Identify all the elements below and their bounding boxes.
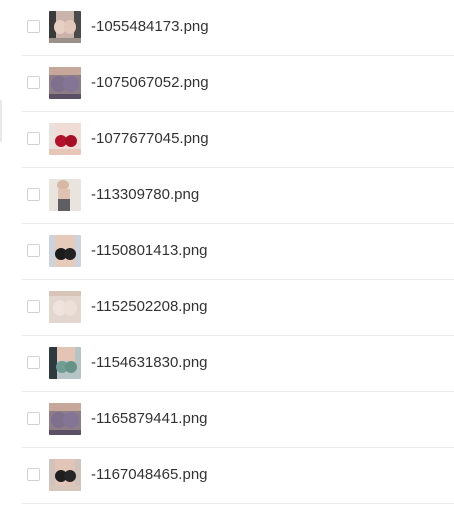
image-thumbnail-icon[interactable] — [49, 179, 81, 211]
file-checkbox[interactable] — [27, 412, 40, 425]
file-name[interactable]: -1150801413.png — [91, 242, 208, 260]
file-name[interactable]: -1075067052.png — [91, 74, 209, 92]
file-checkbox[interactable] — [27, 244, 40, 257]
file-checkbox[interactable] — [27, 76, 40, 89]
image-thumbnail-icon[interactable] — [49, 403, 81, 435]
file-checkbox[interactable] — [27, 20, 40, 33]
file-name[interactable]: -1167048465.png — [91, 466, 208, 484]
file-checkbox[interactable] — [27, 468, 40, 481]
file-row[interactable]: -1150801413.png — [0, 224, 454, 280]
file-name[interactable]: -1077677045.png — [91, 130, 209, 148]
image-thumbnail-icon[interactable] — [49, 347, 81, 379]
file-name[interactable]: -1055484173.png — [91, 18, 209, 36]
image-thumbnail-icon[interactable] — [49, 11, 81, 43]
file-row[interactable]: -1167048465.png — [0, 448, 454, 504]
image-thumbnail-icon[interactable] — [49, 67, 81, 99]
image-thumbnail-icon[interactable] — [49, 235, 81, 267]
file-row[interactable]: -1075067052.png — [0, 56, 454, 112]
file-checkbox[interactable] — [27, 356, 40, 369]
file-checkbox[interactable] — [27, 132, 40, 145]
file-row[interactable]: -1055484173.png — [0, 0, 454, 56]
file-row[interactable]: -113309780.png — [0, 168, 454, 224]
file-row[interactable]: -1077677045.png — [0, 112, 454, 168]
file-row[interactable]: -1165879441.png — [0, 392, 454, 448]
file-name[interactable]: -1165879441.png — [91, 410, 208, 428]
file-name[interactable]: -1152502208.png — [91, 298, 208, 316]
file-row[interactable]: -1152502208.png — [0, 280, 454, 336]
file-checkbox[interactable] — [27, 300, 40, 313]
file-checkbox[interactable] — [27, 188, 40, 201]
image-thumbnail-icon[interactable] — [49, 459, 81, 491]
file-list: -1055484173.png -1075067052.png -1077677… — [0, 0, 454, 504]
file-name[interactable]: -113309780.png — [91, 186, 199, 204]
image-thumbnail-icon[interactable] — [49, 123, 81, 155]
file-name[interactable]: -1154631830.png — [91, 354, 208, 372]
image-thumbnail-icon[interactable] — [49, 291, 81, 323]
file-row[interactable]: -1154631830.png — [0, 336, 454, 392]
